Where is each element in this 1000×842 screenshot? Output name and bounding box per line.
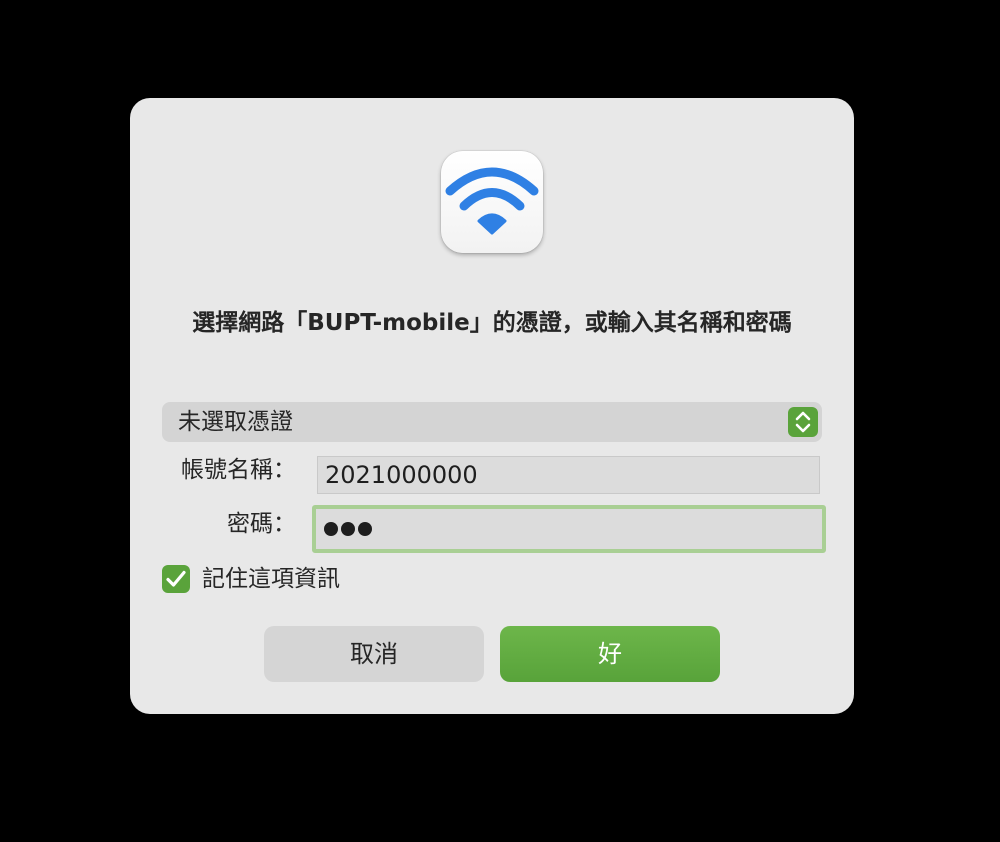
password-mask-dot: [358, 522, 372, 536]
cancel-button[interactable]: 取消: [264, 626, 484, 682]
checkmark-icon: [166, 570, 186, 587]
certificate-select-value: 未選取憑證: [178, 409, 293, 435]
wifi-icon: [445, 167, 539, 235]
password-field[interactable]: [312, 505, 826, 553]
account-name-field[interactable]: 2021000000: [317, 456, 820, 494]
account-name-label: 帳號名稱：: [181, 457, 296, 483]
password-mask-dot: [324, 522, 338, 536]
dialog-title: 選擇網路「BUPT-mobile」的憑證，或輸入其名稱和密碼: [192, 310, 792, 336]
password-label: 密碼：: [227, 511, 296, 537]
network-credentials-dialog: 選擇網路「BUPT-mobile」的憑證，或輸入其名稱和密碼 未選取憑證 帳號名…: [130, 98, 854, 714]
remember-checkbox[interactable]: [162, 565, 190, 593]
remember-label[interactable]: 記住這項資訊: [202, 565, 340, 593]
wifi-app-icon: [441, 151, 543, 253]
password-mask-dot: [341, 522, 355, 536]
ok-button[interactable]: 好: [500, 626, 720, 682]
certificate-select[interactable]: 未選取憑證: [162, 402, 822, 442]
chevron-updown-icon[interactable]: [788, 407, 818, 437]
